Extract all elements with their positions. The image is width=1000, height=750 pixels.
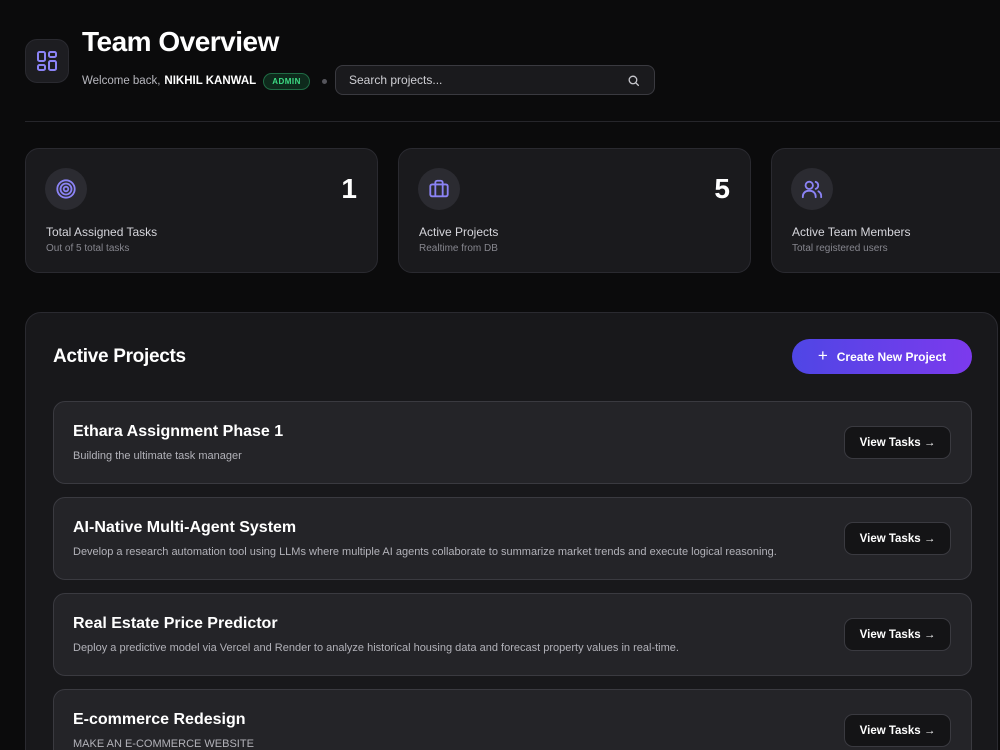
- search-icon[interactable]: [627, 74, 640, 92]
- stat-value: 5: [714, 173, 730, 204]
- stat-value: 1: [341, 173, 357, 204]
- view-tasks-button[interactable]: View Tasks →: [844, 426, 951, 459]
- separator-dot: [321, 78, 327, 84]
- section-title: Active Projects: [53, 346, 186, 367]
- search-box: [335, 65, 655, 95]
- user-name: NIKHIL KANWAL: [164, 75, 257, 87]
- header-divider: [25, 121, 1000, 122]
- stat-label: Active Projects: [419, 225, 499, 239]
- users-icon: [791, 168, 833, 210]
- project-card[interactable]: Ethara Assignment Phase 1 Building the u…: [53, 401, 972, 484]
- target-icon: [45, 168, 87, 210]
- project-card[interactable]: E-commerce Redesign MAKE AN E-COMMERCE W…: [53, 689, 972, 750]
- active-projects-panel: Active Projects + Create New Project Eth…: [25, 312, 998, 750]
- stat-label: Total Assigned Tasks: [46, 225, 158, 239]
- project-description: MAKE AN E-COMMERCE WEBSITE: [73, 738, 254, 750]
- page-title: Team Overview: [82, 26, 279, 57]
- briefcase-icon: [418, 168, 460, 210]
- project-description: Deploy a predictive model via Vercel and…: [73, 642, 679, 654]
- stat-subtext: Out of 5 total tasks: [46, 243, 130, 254]
- stat-card-assigned-tasks: 1 Total Assigned Tasks Out of 5 total ta…: [25, 148, 378, 273]
- view-tasks-button[interactable]: View Tasks →: [844, 618, 951, 651]
- project-description: Building the ultimate task manager: [73, 450, 242, 462]
- stat-subtext: Total registered users: [792, 243, 888, 254]
- create-project-button[interactable]: + Create New Project: [792, 339, 972, 374]
- project-title: E-commerce Redesign: [73, 711, 246, 728]
- project-card[interactable]: AI-Native Multi-Agent System Develop a r…: [53, 497, 972, 580]
- project-title: AI-Native Multi-Agent System: [73, 519, 297, 536]
- search-input[interactable]: [336, 66, 629, 94]
- dashboard-page: Team Overview Welcome back, NIKHIL KANWA…: [0, 0, 1000, 750]
- project-description: Develop a research automation tool using…: [73, 546, 777, 558]
- project-title: Real Estate Price Predictor: [73, 615, 278, 632]
- view-tasks-button[interactable]: View Tasks →: [844, 522, 951, 555]
- layout-grid-icon: [25, 39, 69, 83]
- create-project-label: Create New Project: [836, 349, 947, 364]
- project-title: Ethara Assignment Phase 1: [73, 423, 284, 440]
- view-tasks-button[interactable]: View Tasks →: [844, 714, 951, 747]
- project-card[interactable]: Real Estate Price Predictor Deploy a pre…: [53, 593, 972, 676]
- role-badge: ADMIN: [263, 72, 310, 90]
- welcome-line: Welcome back, NIKHIL KANWAL ADMIN: [82, 72, 327, 90]
- welcome-text: Welcome back,: [82, 75, 161, 87]
- stat-card-team-members: Active Team Members Total registered use…: [771, 148, 1000, 273]
- stat-subtext: Realtime from DB: [419, 243, 498, 254]
- stat-label: Active Team Members: [792, 225, 911, 239]
- plus-icon: +: [817, 346, 828, 365]
- stat-card-active-projects: 5 Active Projects Realtime from DB: [398, 148, 751, 273]
